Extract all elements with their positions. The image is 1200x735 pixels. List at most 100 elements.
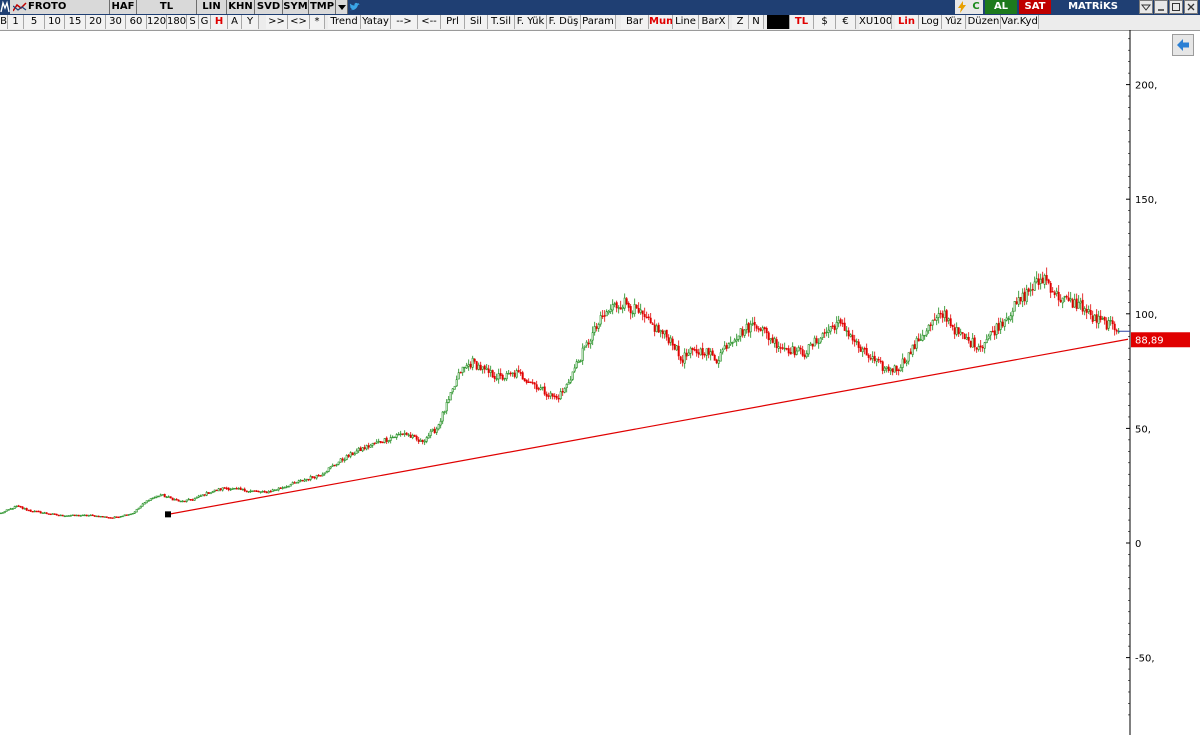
- toolbar-item-param[interactable]: Param: [581, 15, 616, 29]
- toolbar-item-barx[interactable]: BarX: [699, 15, 729, 29]
- buy-button[interactable]: AL: [985, 0, 1017, 14]
- candle: [831, 322, 834, 329]
- dropdown-arrow-icon[interactable]: [336, 0, 348, 14]
- candle: [43, 511, 46, 514]
- candle: [507, 369, 510, 375]
- period-button[interactable]: HAF: [110, 0, 137, 14]
- trendline-anchor-handle[interactable]: [165, 511, 171, 518]
- toolbar-item-10[interactable]: 10: [45, 15, 65, 29]
- toolbar-item-z[interactable]: Z: [732, 15, 749, 29]
- price-chart[interactable]: 200, 150, 100, 50, 0 -50, 88,89: [0, 30, 1200, 735]
- candle: [393, 436, 396, 439]
- toolbar-item-60[interactable]: 60: [126, 15, 147, 29]
- candle: [625, 297, 628, 306]
- toolbar-item--[interactable]: <--: [418, 15, 441, 29]
- toolbar-item-5[interactable]: 5: [24, 15, 45, 29]
- toolbar-item-30[interactable]: 30: [106, 15, 126, 29]
- toolbar-item-yüz[interactable]: Yüz: [942, 15, 966, 29]
- currency-button[interactable]: TL: [137, 0, 197, 14]
- tmp-button[interactable]: TMP: [309, 0, 336, 14]
- toolbar-item-120[interactable]: 120: [147, 15, 167, 29]
- candle: [973, 334, 976, 352]
- candle: [369, 443, 372, 448]
- candle: [585, 340, 588, 348]
- toolbar-item-sil[interactable]: Sil: [465, 15, 488, 29]
- candle: [729, 336, 732, 347]
- toolbar-item-t-sil[interactable]: T.Sil: [488, 15, 515, 29]
- toolbar-item-line[interactable]: Line: [673, 15, 699, 29]
- toolbar-item-bar[interactable]: Bar: [621, 15, 649, 29]
- toolbar-item-mum[interactable]: Mum: [649, 15, 673, 29]
- candle: [249, 489, 252, 494]
- toolbar-item-1[interactable]: 1: [8, 15, 24, 29]
- candle: [815, 335, 818, 345]
- toolbar-item-20[interactable]: 20: [86, 15, 106, 29]
- toolbar-item-düzen[interactable]: Düzen: [967, 15, 1001, 29]
- toolbar-item-lin[interactable]: Lin: [895, 15, 919, 29]
- toolbar-item-f-yük[interactable]: F. Yük: [515, 15, 547, 29]
- toolbar-item-a[interactable]: A: [228, 15, 242, 29]
- candle: [339, 458, 342, 463]
- sym-button[interactable]: SYM: [283, 0, 309, 14]
- toolbar-item-s[interactable]: S: [187, 15, 199, 29]
- close-icon[interactable]: [1184, 0, 1198, 14]
- toolbar-item-var-kyd[interactable]: Var.Kyd: [1001, 15, 1039, 29]
- candle: [285, 485, 288, 489]
- toolbar-item-yatay[interactable]: Yatay: [361, 15, 391, 29]
- trendline[interactable]: [167, 338, 1129, 515]
- minimize-icon[interactable]: [1154, 0, 1168, 14]
- toolbar-item-180[interactable]: 180: [167, 15, 187, 29]
- symbol-field[interactable]: FROTO: [10, 0, 110, 14]
- candle: [483, 364, 486, 374]
- sell-button[interactable]: SAT: [1019, 0, 1051, 14]
- candle: [911, 344, 914, 358]
- toolbar-item--[interactable]: *: [310, 15, 325, 29]
- candle: [101, 516, 104, 518]
- candle: [181, 500, 184, 503]
- toolbar-item-b[interactable]: B: [0, 15, 8, 29]
- toolbar-item-prl[interactable]: Prl: [441, 15, 465, 29]
- toolbar-item-€[interactable]: €: [836, 15, 856, 29]
- toolbar-item-xu100[interactable]: XU100: [859, 15, 892, 29]
- twitter-icon[interactable]: [348, 0, 362, 14]
- toolbar-item-tl[interactable]: TL: [790, 15, 814, 29]
- candle: [893, 364, 896, 373]
- lightning-icon[interactable]: [955, 0, 969, 14]
- candle: [51, 513, 54, 515]
- toolbar-item-g[interactable]: G: [199, 15, 211, 29]
- toolbar-item-separator[interactable]: [767, 15, 790, 29]
- toolbar-item-15[interactable]: 15: [65, 15, 86, 29]
- toolbar-item--[interactable]: <>: [288, 15, 310, 29]
- lin-button[interactable]: LIN: [197, 0, 227, 14]
- candle: [477, 362, 480, 371]
- candle: [917, 333, 920, 342]
- candle: [163, 493, 166, 498]
- candle: [621, 304, 624, 314]
- candle: [825, 327, 828, 337]
- candle: [391, 435, 394, 439]
- candle: [5, 509, 8, 512]
- toolbar-item-h[interactable]: H: [211, 15, 228, 29]
- candle: [683, 348, 686, 369]
- toolbar-item-trend[interactable]: Trend: [328, 15, 361, 29]
- dropdown-icon[interactable]: [1139, 0, 1153, 14]
- toolbar-item-$[interactable]: $: [814, 15, 836, 29]
- candle: [555, 393, 558, 401]
- toolbar-item--[interactable]: >>: [266, 15, 288, 29]
- candle: [575, 359, 578, 369]
- candle: [701, 342, 704, 360]
- candle: [565, 383, 568, 393]
- khn-button[interactable]: KHN: [227, 0, 255, 14]
- collapse-panel-button[interactable]: [1172, 34, 1194, 56]
- candle: [887, 364, 890, 373]
- svd-button[interactable]: SVD: [255, 0, 283, 14]
- maximize-icon[interactable]: [1169, 0, 1183, 14]
- toolbar-item-y[interactable]: Y: [242, 15, 259, 29]
- candle: [81, 514, 84, 517]
- candle: [885, 366, 888, 373]
- toolbar-item-log[interactable]: Log: [919, 15, 942, 29]
- toolbar-item-n[interactable]: N: [749, 15, 764, 29]
- toolbar-item--[interactable]: -->: [391, 15, 418, 29]
- toolbar-item-f-düş[interactable]: F. Düş: [547, 15, 581, 29]
- candle: [213, 489, 216, 493]
